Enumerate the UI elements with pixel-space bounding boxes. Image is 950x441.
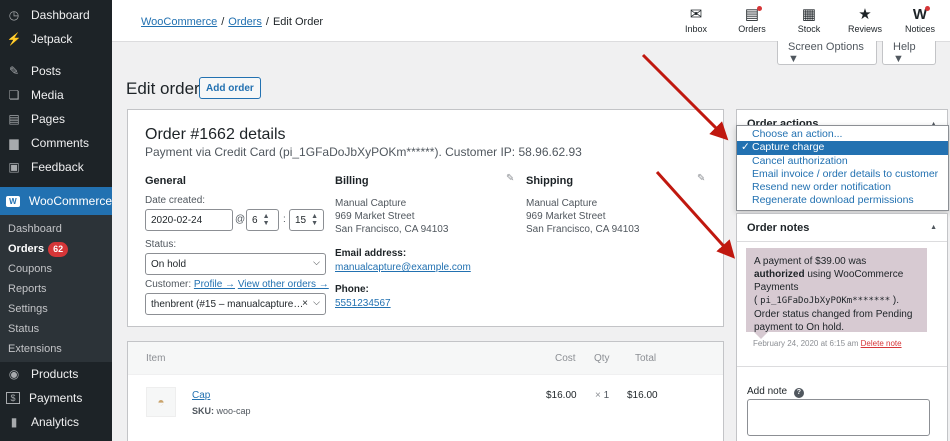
- arrow-to-capture-charge: [641, 53, 729, 141]
- annotation-arrows: [641, 53, 736, 259]
- arrow-to-order-note: [655, 170, 736, 259]
